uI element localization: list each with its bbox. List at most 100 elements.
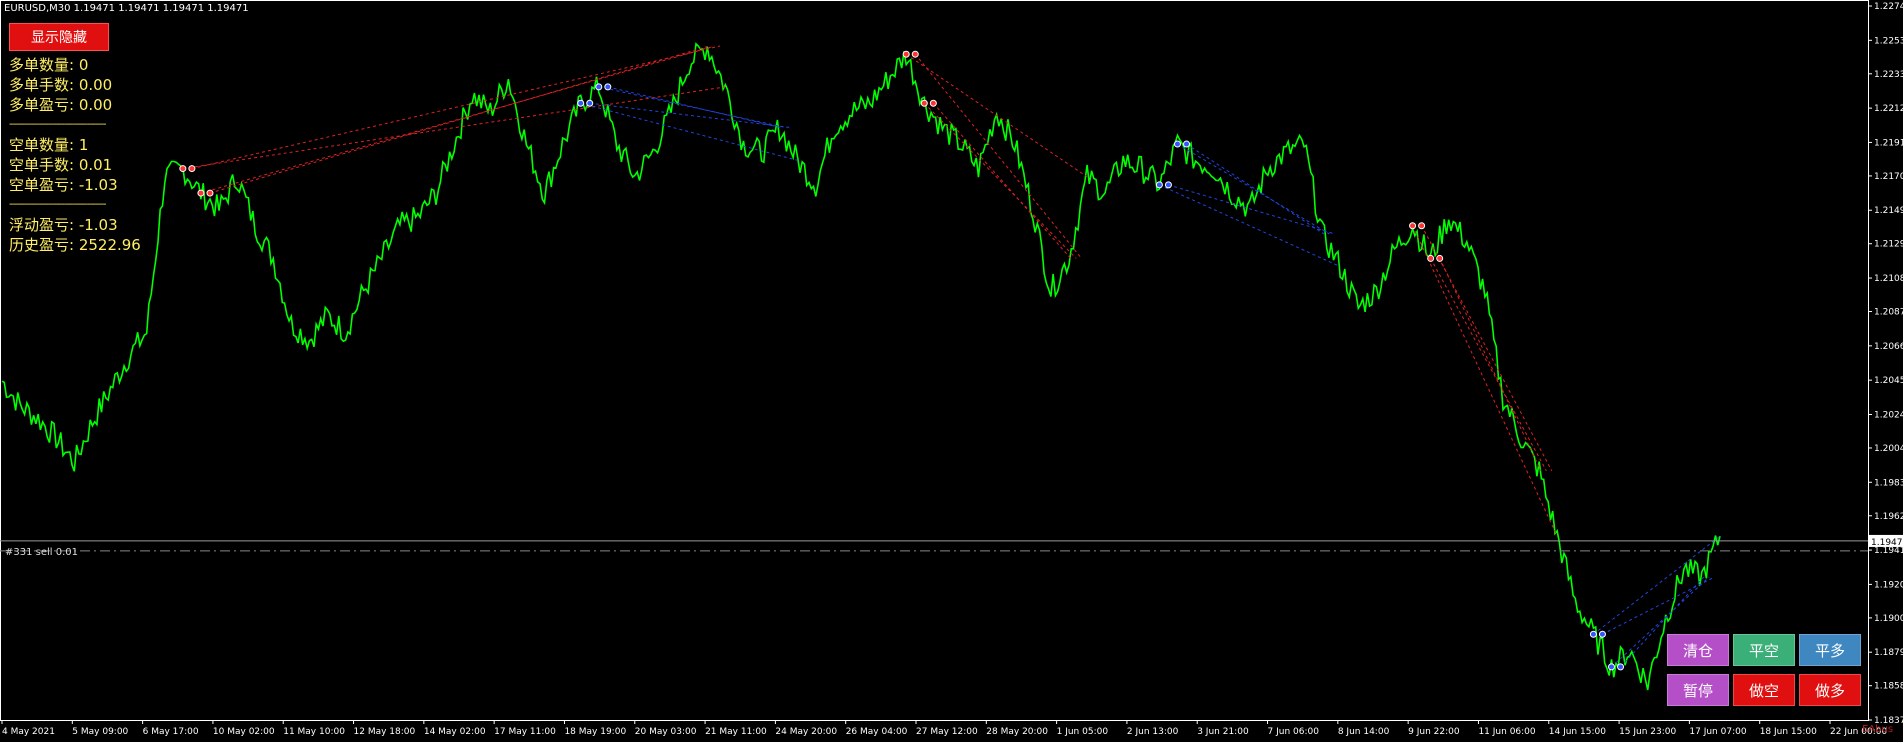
order-line-label: #331 sell 0.01 [5,547,79,558]
time-tick-label: 17 Jun 07:00 [1689,727,1746,737]
panel-divider: ------------------------------------- [9,199,107,210]
time-tick-label: 11 May 10:00 [283,727,345,737]
price-tick-label: 1.21495 [1874,206,1903,216]
time-tick-label: 12 May 18:00 [354,727,416,737]
trade-trace [1421,225,1553,472]
time-tick-label: 3 Jun 21:00 [1197,727,1249,737]
trade-trace [1412,225,1558,537]
time-tick-label: 9 Jun 22:00 [1408,727,1460,737]
close-all-button[interactable]: 清仓 [1667,634,1729,666]
time-tick-label: 21 May 11:00 [705,727,767,737]
time-tick-label: 20 May 03:00 [635,727,697,737]
trade-marker [179,165,187,173]
trade-marker [1183,140,1191,148]
price-tick-label: 1.21080 [1874,274,1903,284]
time-tick-label: 1 Jun 05:00 [1057,727,1109,737]
trade-trace [1177,143,1330,235]
price-tick-label: 1.20875 [1874,308,1903,318]
price-tick-label: 1.21290 [1874,240,1903,250]
plot-frame [0,0,1869,721]
trade-marker [188,165,196,173]
price-tick-label: 1.19000 [1874,614,1903,624]
trade-trace [1159,184,1341,268]
time-tick-label: 24 May 20:00 [775,727,837,737]
trade-marker [577,99,585,107]
price-tick-label: 1.22535 [1874,36,1903,46]
time-tick-label: 18 Jun 15:00 [1760,727,1817,737]
time-tick-label: 28 May 20:00 [986,727,1048,737]
panel-divider: ------------------------------------- [9,119,107,130]
trade-marker [1155,181,1163,189]
time-tick-label: 26 May 04:00 [846,727,908,737]
price-tick-label: 1.21705 [1874,172,1903,182]
trade-marker [1617,663,1625,671]
price-tick-label: 1.20245 [1874,410,1903,420]
sell-button[interactable]: 做空 [1733,674,1795,706]
trade-trace [580,102,798,161]
price-tick-label: 1.20455 [1874,376,1903,386]
history-pl: 历史盈亏: 2522.96 [9,236,141,254]
pause-button[interactable]: 暂停 [1667,674,1729,706]
trade-marker [595,83,603,91]
price-chart[interactable]: 1.22745 1.22535 1.22330 1.22120 1.21910 1.217… [0,0,1903,742]
trade-marker [586,99,594,107]
time-tick-label: 4 May 2021 [2,727,55,737]
time-tick-label: 5 May 09:00 [72,727,128,737]
time-tick-label: 27 May 12:00 [916,727,978,737]
price-tick-label: 1.19205 [1874,580,1903,590]
trade-marker [206,189,214,197]
trade-marker [1427,254,1435,262]
time-tick-label: 2 Jun 13:00 [1127,727,1179,737]
price-tick-label: 1.20040 [1874,444,1903,454]
time-tick-label: 14 Jun 15:00 [1549,727,1606,737]
trade-marker [920,99,928,107]
price-tick-label: 1.18585 [1874,682,1903,692]
time-tick-label: 8 Jun 14:00 [1338,727,1390,737]
stats-panel: 多单数量: 0 多单手数: 0.00 多单盈亏: 0.00 ----------… [9,55,141,255]
show-hide-button[interactable]: 显示隐藏 [9,23,109,51]
price-tick-label: 1.18790 [1874,648,1903,658]
time-tick-label: 7 Jun 06:00 [1268,727,1320,737]
short-lots: 空单手数: 0.01 [9,156,113,174]
time-tick-label: 6 May 17:00 [143,727,199,737]
buy-button[interactable]: 做多 [1799,674,1861,706]
close-long-button[interactable]: 平多 [1799,634,1861,666]
trade-marker [1418,222,1426,230]
current-price-label: 1.19471 [1871,538,1903,548]
price-tick-label: 1.22745 [1874,2,1903,12]
time-tick-label: 18 May 19:00 [564,727,626,737]
time-tick-label: 17 May 11:00 [494,727,556,737]
trade-marker [911,50,919,58]
trade-marker [1598,630,1606,638]
time-tick-label: 11 Jun 06:00 [1478,727,1535,737]
trade-trace [209,45,710,194]
long-pl: 多单盈亏: 0.00 [9,96,113,114]
trade-trace [1186,143,1325,235]
trade-marker [929,99,937,107]
price-tick-label: 1.22120 [1874,104,1903,114]
price-series-line [1,42,1721,691]
price-tick-label: 1.19625 [1874,512,1903,522]
chart-title: EURUSD,M30 1.19471 1.19471 1.19471 1.194… [4,3,249,14]
price-tick-label: 1.21910 [1874,138,1903,148]
trade-trace [1439,258,1542,472]
float-pl: 浮动盈亏: -1.03 [9,216,118,234]
trade-marker [1607,663,1615,671]
trade-marker [902,50,910,58]
close-short-button[interactable]: 平空 [1733,634,1795,666]
time-tick-label: 14 May 02:00 [424,727,486,737]
trade-marker [1436,254,1444,262]
trade-trace [1430,258,1547,472]
trade-trace [923,102,1077,259]
long-count: 多单数量: 0 [9,56,89,74]
short-pl: 空单盈亏: -1.03 [9,176,118,194]
time-tick-label: 15 Jun 23:00 [1619,727,1676,737]
price-tick-label: 1.20665 [1874,342,1903,352]
price-tick-label: 1.19830 [1874,478,1903,488]
trade-marker [1589,630,1597,638]
trade-marker [1173,140,1181,148]
trade-marker [197,189,205,197]
trade-marker [1409,222,1417,230]
price-tick-label: 1.22330 [1874,70,1903,80]
eabus-logo: EAbus [1862,724,1894,735]
